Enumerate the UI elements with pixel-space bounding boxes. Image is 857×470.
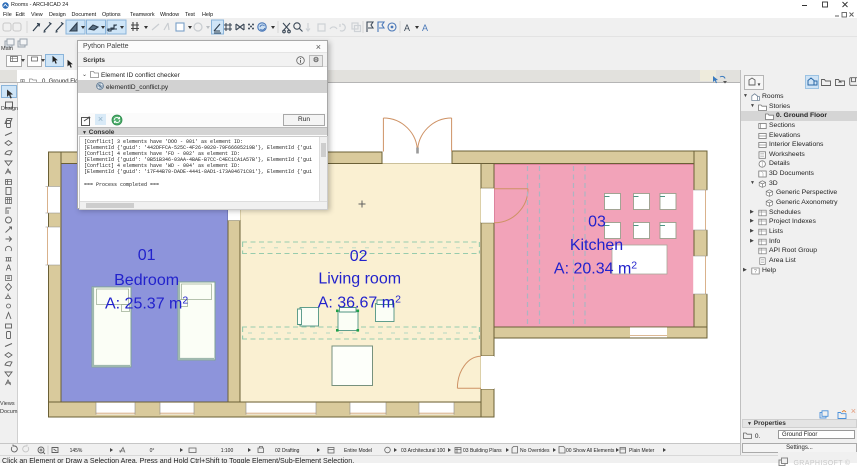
svg-text:A: 20.34 m2: A: 20.34 m2 bbox=[554, 260, 637, 278]
svg-text:Entire Model: Entire Model bbox=[344, 448, 372, 454]
svg-text:A: 25.37 m2: A: 25.37 m2 bbox=[105, 295, 188, 313]
svg-text:02: 02 bbox=[350, 248, 368, 265]
svg-text:Living room: Living room bbox=[318, 271, 401, 288]
svg-text:03 Architectural 100: 03 Architectural 100 bbox=[401, 448, 445, 454]
svg-text:03: 03 bbox=[588, 214, 606, 231]
svg-text:01: 01 bbox=[138, 247, 156, 264]
svg-text:Plain Meter: Plain Meter bbox=[629, 448, 655, 454]
svg-text:02 Drafting: 02 Drafting bbox=[275, 448, 300, 454]
svg-text:?: ? bbox=[754, 269, 757, 275]
svg-text:A: 36.67 m2: A: 36.67 m2 bbox=[318, 294, 401, 312]
svg-text:1:100: 1:100 bbox=[221, 448, 234, 454]
svg-text:00 Show All Elements: 00 Show All Elements bbox=[566, 448, 615, 454]
svg-text:Bedroom: Bedroom bbox=[114, 272, 179, 289]
svg-text:No Overrides: No Overrides bbox=[520, 448, 550, 454]
svg-text:0°: 0° bbox=[150, 448, 155, 454]
svg-text:03 Building Plans: 03 Building Plans bbox=[463, 448, 502, 454]
svg-text:145%: 145% bbox=[70, 448, 83, 454]
svg-text:Kitchen: Kitchen bbox=[570, 237, 623, 254]
